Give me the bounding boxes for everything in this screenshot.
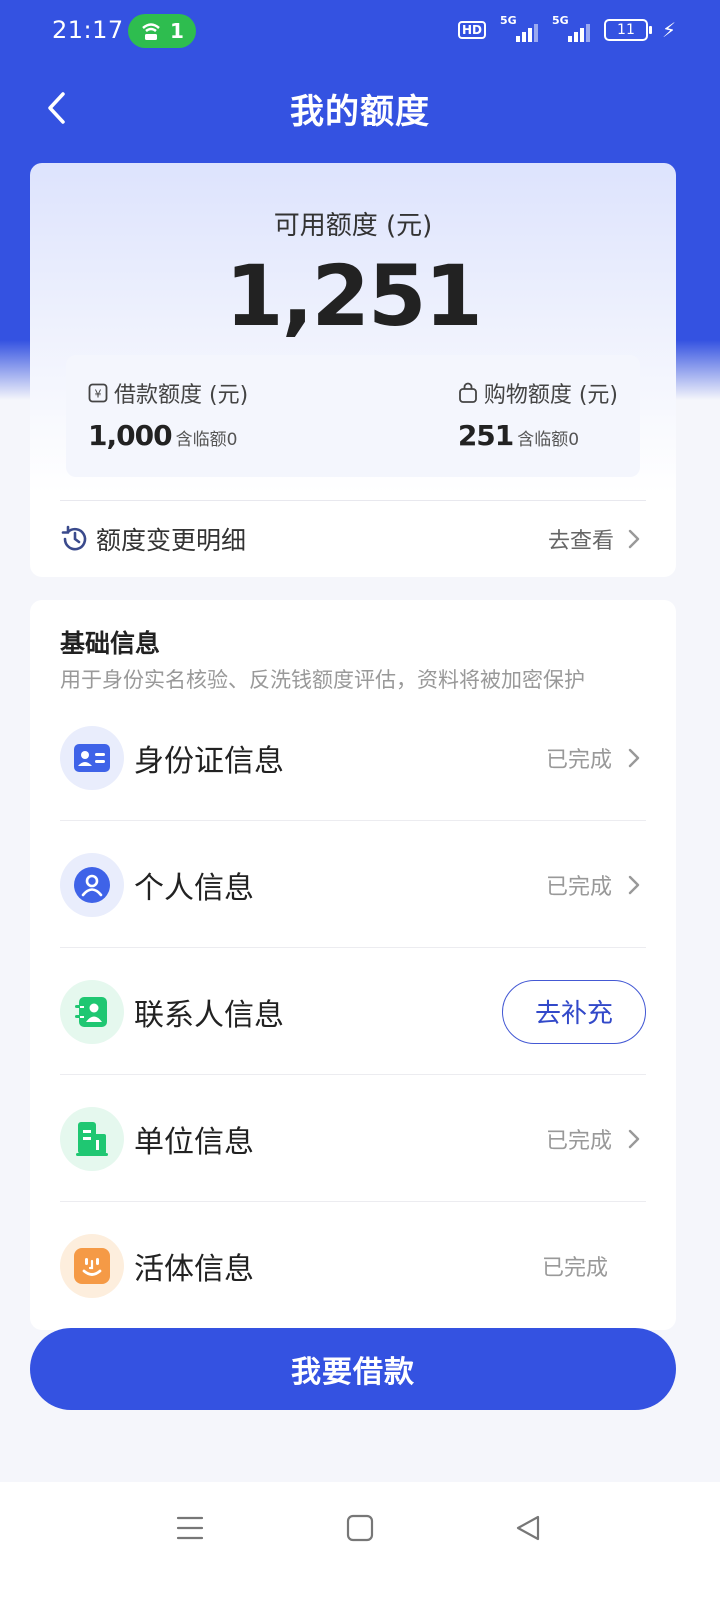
signal-icon-1: 5G — [500, 14, 538, 42]
hd-voice-icon: HD — [457, 21, 486, 39]
supplement-button[interactable]: 去补充 — [502, 979, 646, 1044]
info-item-label: 身份证信息 — [134, 743, 284, 779]
available-credit-label: 可用额度 (元) — [273, 211, 433, 241]
info-item-label: 联系人信息 — [134, 997, 284, 1033]
status-icons: HD 5G 5G 11 ⚡ — [457, 14, 676, 42]
info-item-label: 活体信息 — [134, 1251, 254, 1287]
battery-icon: 11 — [603, 19, 652, 41]
basic-info-card: 基础信息 用于身份实名核验、反洗钱额度评估，资料将被加密保护 身份证信息 已完成 — [30, 600, 676, 1330]
contacts-icon — [60, 979, 124, 1044]
shopping-credit: 购物额度 (元) 251 含临额0 — [458, 377, 618, 452]
available-credit-amount: 1,251 — [225, 247, 483, 345]
history-icon — [61, 525, 87, 551]
signal-icon-2: 5G — [552, 14, 590, 42]
view-history-label: 去查看 — [547, 529, 614, 554]
loan-credit-amount: 1,000 — [88, 419, 173, 452]
info-item-status: 已完成 — [542, 1250, 646, 1282]
shopping-credit-label: 购物额度 (元) — [483, 383, 618, 408]
loan-credit-note: 含临额0 — [175, 430, 238, 450]
network-type-2: 5G — [551, 14, 569, 27]
chevron-right-icon — [628, 1129, 640, 1148]
hotspot-icon — [142, 23, 160, 40]
yuan-icon: ¥ — [88, 383, 108, 403]
svg-text:¥: ¥ — [95, 388, 102, 401]
shopping-credit-amount: 251 — [457, 419, 514, 452]
id-card-icon — [60, 725, 124, 790]
info-item-personal[interactable]: 个人信息 已完成 — [60, 821, 646, 948]
network-type-1: 5G — [499, 14, 517, 27]
info-item-status: 已完成 — [546, 869, 646, 901]
square-icon — [346, 1514, 374, 1542]
view-history-link[interactable]: 去查看 — [548, 523, 646, 555]
loan-credit: ¥ 借款额度 (元) 1,000 含临额0 — [88, 377, 248, 452]
system-nav-bar — [0, 1482, 720, 1600]
charging-icon: ⚡ — [661, 18, 676, 42]
status-text: 已完成 — [545, 1128, 612, 1154]
status-text: 已完成 — [545, 747, 612, 773]
info-item-liveness[interactable]: 活体信息 已完成 — [60, 1202, 646, 1329]
status-text: 已完成 — [541, 1255, 608, 1281]
credit-breakdown: ¥ 借款额度 (元) 1,000 含临额0 购物额度 (元) 251 含临额0 — [66, 355, 640, 477]
chevron-right-icon — [628, 529, 640, 549]
hotspot-count: 1 — [170, 19, 184, 43]
credit-history-row[interactable]: 额度变更明细 去查看 — [60, 501, 646, 577]
battery-level: 11 — [617, 22, 635, 38]
shopping-credit-note: 含临额0 — [517, 430, 580, 450]
building-icon — [60, 1106, 124, 1171]
info-item-status: 已完成 — [546, 1123, 646, 1155]
status-text: 已完成 — [545, 874, 612, 900]
status-bar: 21:17 1 HD 5G 5G 11 ⚡ — [0, 0, 720, 64]
info-item-label: 单位信息 — [134, 1124, 254, 1160]
chevron-right-icon — [628, 875, 640, 894]
face-icon — [60, 1233, 124, 1298]
triangle-back-icon — [516, 1515, 540, 1541]
page-title: 我的额度 — [290, 92, 430, 132]
borrow-button[interactable]: 我要借款 — [30, 1328, 676, 1410]
credit-history-label: 额度变更明细 — [96, 526, 247, 555]
menu-icon — [176, 1516, 204, 1540]
chevron-right-icon — [628, 748, 640, 767]
person-icon — [60, 852, 124, 917]
home-button[interactable] — [340, 1508, 380, 1548]
status-time: 21:17 — [52, 16, 124, 44]
menu-button[interactable] — [170, 1508, 210, 1548]
back-nav-button[interactable] — [508, 1508, 548, 1548]
hotspot-indicator[interactable]: 1 — [128, 14, 196, 48]
credit-summary-card: 可用额度 (元) 1,251 ¥ 借款额度 (元) 1,000 含临额0 购物额… — [30, 163, 676, 577]
shopping-bag-icon — [458, 382, 477, 403]
info-item-contacts[interactable]: 联系人信息 去补充 — [60, 948, 646, 1075]
info-item-status: 已完成 — [546, 742, 646, 774]
loan-credit-label: 借款额度 (元) — [114, 383, 249, 408]
info-item-label: 个人信息 — [134, 870, 254, 906]
basic-info-title: 基础信息 — [60, 629, 161, 658]
info-item-employer[interactable]: 单位信息 已完成 — [60, 1075, 646, 1202]
basic-info-description: 用于身份实名核验、反洗钱额度评估，资料将被加密保护 — [60, 668, 585, 692]
info-item-id-card[interactable]: 身份证信息 已完成 — [60, 694, 646, 821]
